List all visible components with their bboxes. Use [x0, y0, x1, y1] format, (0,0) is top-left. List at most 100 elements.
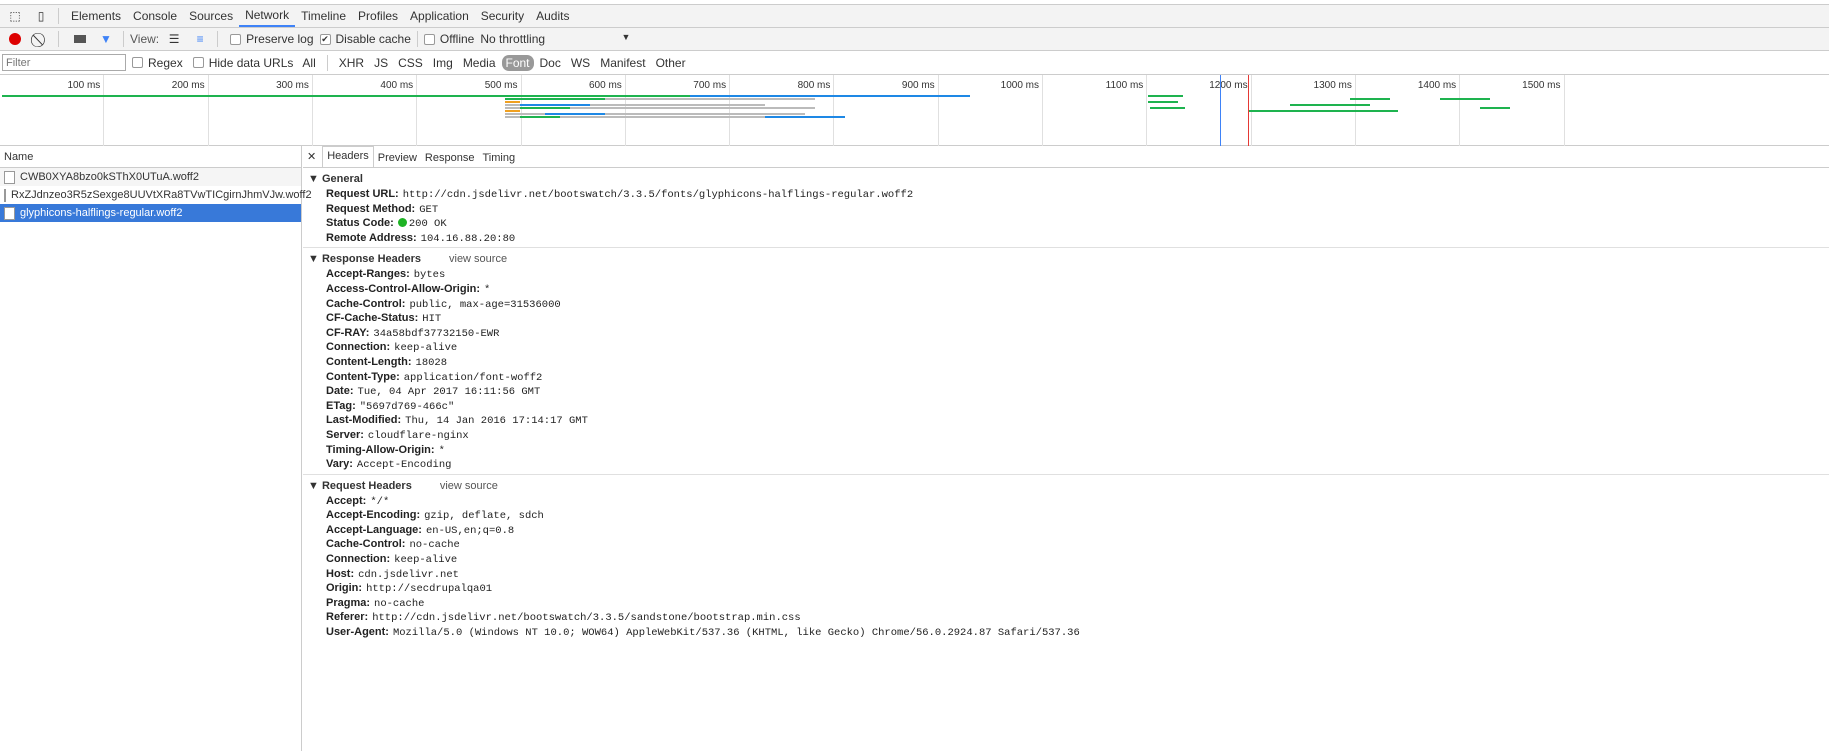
tab-audits[interactable]: Audits — [530, 5, 575, 27]
filter-bar: Regex Hide data URLs All XHRJSCSSImgMedia… — [0, 51, 1829, 75]
header-name: Accept: — [326, 494, 367, 507]
header-value: gzip, deflate, sdch — [424, 510, 544, 523]
header-value: Mozilla/5.0 (Windows NT 10.0; WOW64) App… — [392, 627, 1080, 640]
filter-type-all[interactable]: All — [298, 55, 319, 71]
tab-security[interactable]: Security — [475, 5, 530, 27]
header-value: "5697d769-466c" — [359, 400, 455, 413]
header-value: keep-alive — [394, 554, 458, 567]
tab-timing[interactable]: Timing — [478, 149, 519, 167]
name-column-header[interactable]: Name — [0, 146, 301, 168]
request-name: RxZJdnzeo3R5zSexge8UUVtXRa8TVwTICgirnJhm… — [11, 189, 312, 201]
filter-type-img[interactable]: Img — [429, 55, 457, 71]
header-name: User-Agent: — [326, 626, 389, 639]
divider — [58, 8, 59, 24]
header-row: Request URL: http://cdn.jsdelivr.net/boot… — [308, 187, 1829, 202]
capture-screenshots-icon[interactable] — [69, 29, 91, 49]
divider — [326, 54, 328, 71]
header-row: Last-Modified: Thu, 14 Jan 2016 17:14:17 … — [308, 413, 1829, 428]
waterfall-bar — [1480, 107, 1510, 109]
filter-type-ws[interactable]: WS — [567, 55, 594, 71]
network-overview[interactable]: 100 ms 200 ms 300 ms 400 ms 500 ms 600 ms 700 … — [0, 75, 1829, 146]
filter-type-media[interactable]: Media — [459, 55, 500, 71]
divider — [123, 31, 124, 47]
timeline-marker — [1248, 75, 1249, 146]
header-row: Timing-Allow-Origin: * — [308, 443, 1829, 458]
tick-label: 1500 ms — [1522, 80, 1561, 91]
filter-type-css[interactable]: CSS — [394, 55, 427, 71]
expand-triangle-icon: ▼ — [308, 253, 322, 266]
waterfall-bar — [505, 101, 520, 103]
status-ok-icon — [397, 218, 407, 228]
header-name: Connection: — [326, 553, 391, 566]
list-view-icon[interactable]: ☰ — [163, 29, 185, 49]
request-row[interactable]: RxZJdnzeo3R5zSexge8UUVtXRa8TVwTICgirnJhm… — [0, 186, 312, 204]
header-name: Accept-Encoding: — [326, 509, 421, 522]
header-name: Access-Control-Allow-Origin: — [326, 282, 481, 295]
waterfall-bar — [1440, 98, 1490, 100]
filter-type-font[interactable]: Font — [501, 54, 534, 71]
tab-application[interactable]: Application — [404, 5, 475, 27]
general-section-toggle[interactable]: ▼ General — [308, 171, 1829, 187]
header-value: no-cache — [409, 539, 460, 552]
request-headers-section: ▼ Request Headers view source Accept: */* A… — [303, 475, 1829, 642]
throttling-select[interactable]: No throttling ▼ — [480, 32, 630, 46]
filter-input[interactable] — [2, 54, 126, 71]
close-icon[interactable]: ✕ — [307, 150, 316, 163]
device-toolbar-icon[interactable]: ▯ — [30, 6, 52, 26]
header-name: Remote Address: — [326, 231, 417, 244]
tab-response[interactable]: Response — [421, 149, 479, 167]
tab-elements[interactable]: Elements — [65, 5, 127, 27]
header-row: Referer: http://cdn.jsdelivr.net/bootswat… — [308, 610, 1829, 625]
header-value: * — [438, 444, 445, 457]
header-name: CF-Cache-Status: — [326, 312, 419, 325]
header-value: en-US,en;q=0.8 — [425, 524, 515, 537]
clear-icon[interactable]: ⃠ — [30, 29, 52, 49]
filter-type-manifest[interactable]: Manifest — [596, 55, 649, 71]
network-toolbar: ⃠ ▼ View: ☰ ≡ Preserve log ✔Disable cach… — [0, 28, 1829, 51]
header-row: Origin: http://secdrupalqa01 — [308, 581, 1829, 596]
waterfall-bar — [505, 98, 605, 100]
divider — [416, 31, 418, 47]
preserve-log-checkbox[interactable]: Preserve log — [230, 32, 314, 46]
header-row: Access-Control-Allow-Origin: * — [308, 282, 1829, 297]
tab-preview[interactable]: Preview — [374, 149, 421, 167]
request-row[interactable]: glyphicons-halflings-regular.woff2 — [0, 204, 301, 222]
tab-timeline[interactable]: Timeline — [295, 5, 352, 27]
tab-sources[interactable]: Sources — [183, 5, 239, 27]
request-row[interactable]: CWB0XYA8bzo0kSThX0UTuA.woff2 — [0, 168, 301, 186]
request-list: Name CWB0XYA8bzo0kSThX0UTuA.woff2 RxZJdnz… — [0, 146, 312, 751]
header-value: bytes — [413, 269, 446, 282]
header-value: keep-alive — [394, 342, 458, 355]
header-value: 18028 — [415, 356, 448, 369]
tab-profiles[interactable]: Profiles — [352, 5, 404, 27]
header-row: Date: Tue, 04 Apr 2017 16:11:56 GMT — [308, 384, 1829, 399]
disable-cache-checkbox[interactable]: ✔ Disable cache — [319, 32, 411, 46]
response-headers-toggle[interactable]: ▼ Response Headers view source — [308, 251, 1829, 267]
header-name: Accept-Ranges: — [326, 268, 410, 281]
hide-data-urls-checkbox[interactable]: Hide data URLs — [192, 56, 293, 70]
offline-checkbox[interactable]: Offline — [423, 32, 474, 46]
waterfall-view-icon[interactable]: ≡ — [189, 29, 211, 49]
header-row: Accept: */* — [308, 494, 1829, 509]
header-name: CF-RAY: — [326, 326, 370, 339]
tab-console[interactable]: Console — [127, 5, 183, 27]
filter-type-js[interactable]: JS — [370, 55, 392, 71]
filter-type-doc[interactable]: Doc — [536, 55, 565, 71]
view-source-link[interactable]: view source — [440, 480, 498, 492]
waterfall-bar — [1248, 110, 1398, 112]
request-name: CWB0XYA8bzo0kSThX0UTuA.woff2 — [20, 171, 199, 183]
inspect-element-icon[interactable]: ⬚ — [4, 6, 26, 26]
header-value: http://cdn.jsdelivr.net/bootswatch/3.3.5… — [372, 612, 801, 625]
regex-checkbox[interactable]: Regex — [132, 56, 183, 70]
file-icon — [4, 170, 15, 184]
record-button[interactable] — [4, 29, 26, 49]
view-source-link[interactable]: view source — [449, 253, 507, 265]
header-row: Request Method: GET — [308, 202, 1829, 217]
tab-headers[interactable]: Headers — [322, 146, 374, 167]
waterfall-bar — [1148, 101, 1178, 103]
request-headers-toggle[interactable]: ▼ Request Headers view source — [308, 478, 1829, 494]
filter-type-xhr[interactable]: XHR — [335, 55, 368, 71]
filter-icon[interactable]: ▼ — [95, 29, 117, 49]
tab-network[interactable]: Network — [239, 5, 296, 27]
filter-type-other[interactable]: Other — [652, 55, 690, 71]
